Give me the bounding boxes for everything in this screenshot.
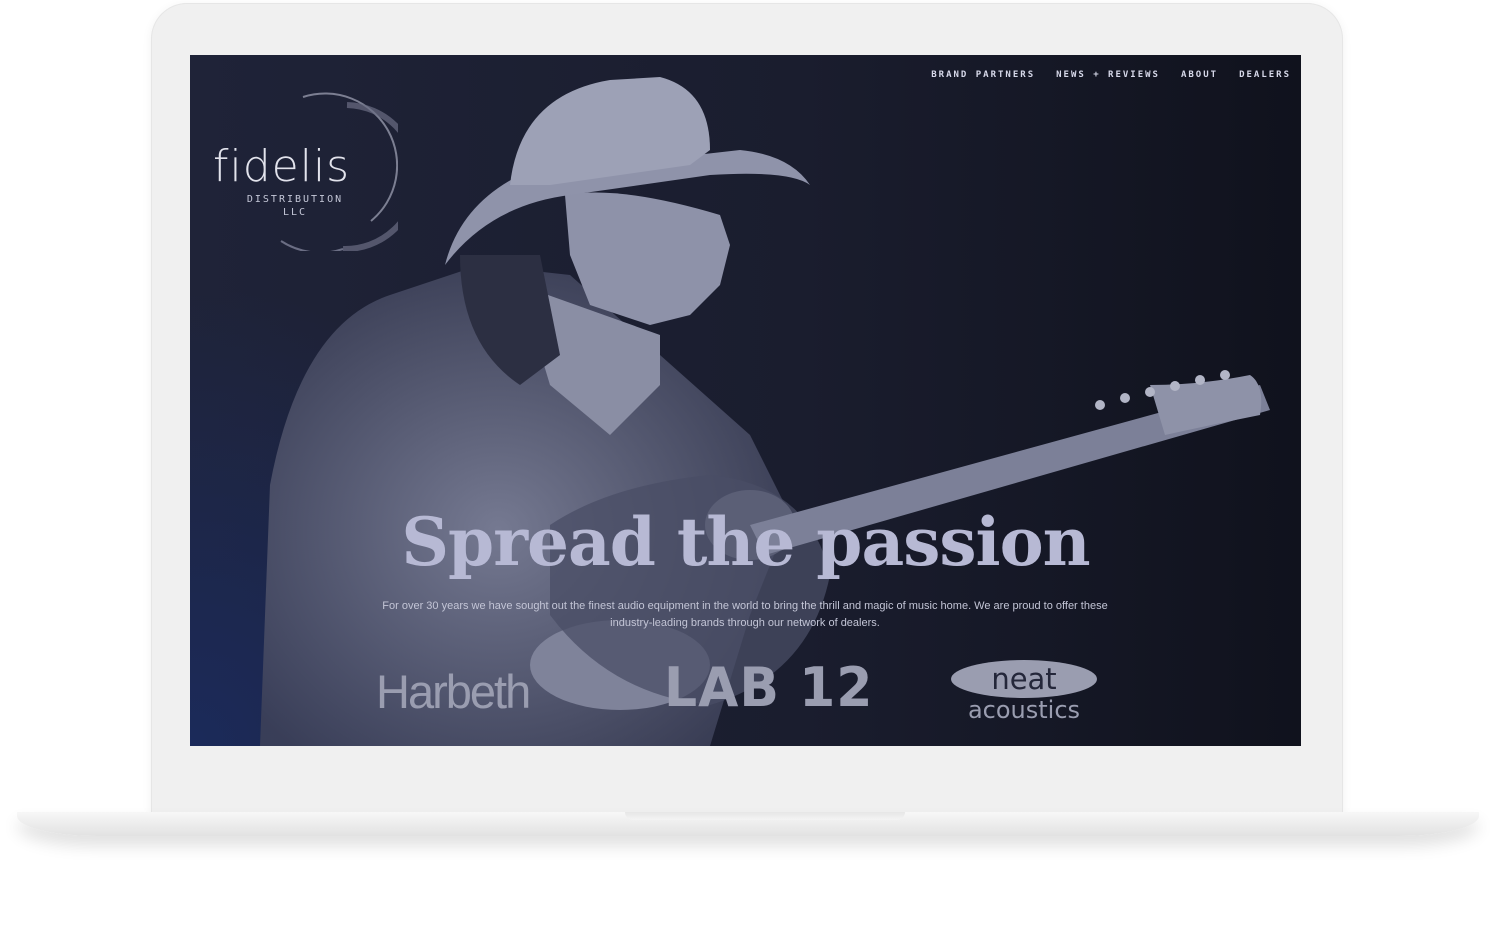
hat-crown xyxy=(510,77,710,185)
neat-logo-subword: acoustics xyxy=(967,696,1081,724)
face-shape xyxy=(565,192,730,325)
website-screen: BRAND PARTNERS NEWS + REVIEWS ABOUT DEAL… xyxy=(190,55,1301,746)
nav-about[interactable]: ABOUT xyxy=(1181,70,1218,80)
nav-brand-partners[interactable]: BRAND PARTNERS xyxy=(931,70,1035,80)
laptop-base xyxy=(17,812,1479,836)
laptop-base-notch xyxy=(625,812,905,820)
guitar-headstock xyxy=(1150,375,1262,435)
shirt-shape xyxy=(520,285,660,435)
logo-wordmark: fidelis xyxy=(213,141,351,192)
fidelis-logo[interactable]: fidelis DISTRIBUTION LLC xyxy=(210,91,398,261)
logo-subtitle: DISTRIBUTION LLC xyxy=(245,193,345,219)
brand-harbeth-logo[interactable]: Harbeth xyxy=(376,664,531,719)
logo-subtitle-line1: DISTRIBUTION xyxy=(246,194,344,205)
brand-logos: Harbeth LAB 12 neat acoustics xyxy=(190,657,1301,730)
hero-lead-text: For over 30 years we have sought out the… xyxy=(382,600,1108,629)
nav-dealers[interactable]: DEALERS xyxy=(1239,70,1291,80)
brand-lab12-logo[interactable]: LAB 12 xyxy=(664,657,873,720)
main-nav: BRAND PARTNERS NEWS + REVIEWS ABOUT DEAL… xyxy=(931,70,1291,80)
hero-headline: Spread the passion xyxy=(401,503,1090,581)
neat-logo-word: neat xyxy=(991,662,1057,696)
tuning-pegs xyxy=(1095,370,1230,410)
hair-shape xyxy=(460,255,560,385)
logo-subtitle-line2: LLC xyxy=(282,207,308,218)
brand-neat-acoustics-logo[interactable]: neat acoustics xyxy=(950,660,1098,726)
nav-news-reviews[interactable]: NEWS + REVIEWS xyxy=(1056,70,1160,80)
hat-brim xyxy=(445,150,810,265)
